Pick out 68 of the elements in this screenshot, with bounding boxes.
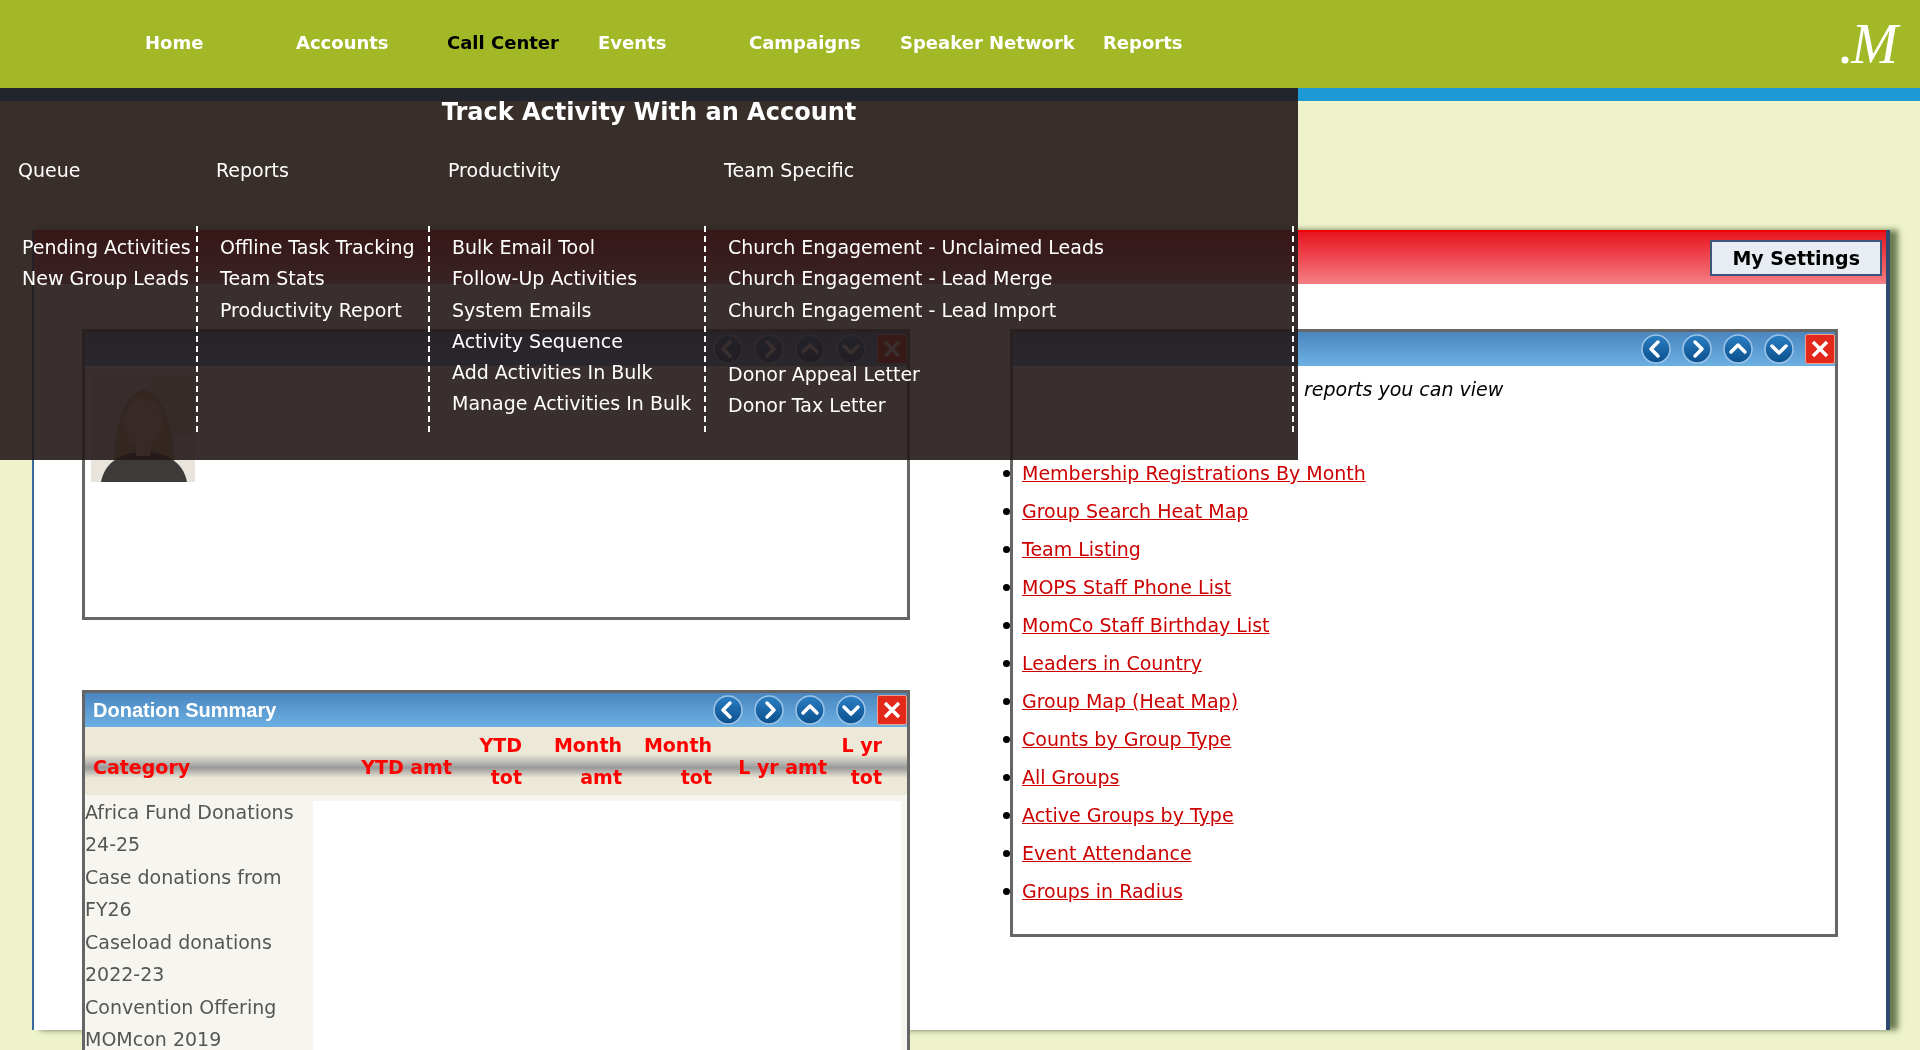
column-header[interactable]: Month amt	[525, 727, 625, 795]
report-link[interactable]: Group Map (Heat Map)	[1022, 690, 1239, 712]
bullet	[1003, 773, 1010, 781]
bullet	[1003, 735, 1010, 743]
menu-item[interactable]: Donor Tax Letter	[728, 390, 886, 422]
menu-item[interactable]: New Group Leads	[22, 263, 189, 295]
bullet	[1003, 545, 1010, 553]
column-header[interactable]: YTD tot	[455, 727, 525, 795]
menu-heading: Queue	[18, 159, 81, 181]
report-link[interactable]: Groups in Radius	[1022, 880, 1183, 902]
report-link[interactable]: MOPS Staff Phone List	[1022, 576, 1232, 598]
menu-heading: Team Specific	[724, 159, 855, 181]
bullet	[1003, 621, 1010, 629]
bullet	[1003, 583, 1010, 591]
report-link[interactable]: Counts by Group Type	[1022, 728, 1232, 750]
menu-item[interactable]: Offline Task Tracking	[220, 232, 415, 264]
menu-item[interactable]: Church Engagement - Unclaimed Leads	[728, 232, 1104, 264]
next-icon[interactable]	[754, 695, 784, 725]
chevron-up-icon[interactable]	[1723, 334, 1753, 364]
chevron-down-icon[interactable]	[1764, 334, 1794, 364]
menu-item[interactable]: Manage Activities In Bulk	[452, 388, 692, 420]
settings-button[interactable]: My Settings	[1710, 240, 1882, 276]
menu-item[interactable]: Team Stats	[220, 263, 325, 295]
bullet	[1003, 697, 1010, 705]
previous-icon[interactable]	[713, 695, 743, 725]
report-link[interactable]: Active Groups by Type	[1022, 804, 1234, 826]
previous-icon[interactable]	[1641, 334, 1671, 364]
reports-note: reports you can view	[1304, 378, 1504, 400]
chevron-down-icon[interactable]	[836, 695, 866, 725]
menu-title: Track Activity With an Account	[440, 97, 858, 128]
bullet	[1003, 849, 1010, 857]
report-link[interactable]: MomCo Staff Birthday List	[1022, 614, 1270, 636]
menu-item[interactable]: Activity Sequence	[452, 325, 623, 358]
report-link[interactable]: Group Search Heat Map	[1022, 500, 1249, 522]
menu-item[interactable]: Bulk Email Tool	[452, 232, 596, 264]
next-icon[interactable]	[1682, 334, 1712, 364]
chevron-up-icon[interactable]	[795, 695, 825, 725]
bullet	[1003, 507, 1010, 515]
bullet	[1003, 887, 1010, 895]
report-link[interactable]: Team Listing	[1022, 538, 1141, 560]
report-link[interactable]: All Groups	[1022, 766, 1120, 788]
close-icon[interactable]	[877, 695, 907, 725]
menu-item[interactable]: Productivity Report	[220, 294, 402, 326]
menu-item[interactable]: Church Engagement - Lead Merge	[728, 263, 1053, 295]
logo-dot-icon	[1841, 56, 1850, 64]
bullet	[1003, 811, 1010, 819]
menu-item[interactable]: Donor Appeal Letter	[728, 358, 920, 391]
menu-item[interactable]: System Emails	[452, 294, 592, 326]
nav-tab[interactable]: Call Center	[447, 31, 598, 53]
table-cell-text: Caseload donations 2022-23	[85, 930, 273, 987]
column-header[interactable]: L yr tot	[830, 727, 885, 795]
report-link[interactable]: Event Attendance	[1022, 842, 1192, 864]
column-header[interactable]: Month tot	[625, 727, 715, 795]
bullet	[1003, 659, 1010, 667]
menu-item[interactable]: Pending Activities	[22, 232, 191, 264]
table-cell-text: Africa Fund Donations 24-25	[85, 800, 295, 857]
menu-item[interactable]: Follow-Up Activities	[452, 263, 638, 295]
menu-heading: Productivity	[448, 159, 561, 181]
table-cell-text: Convention Offering MOMcon 2019	[85, 995, 278, 1050]
report-link[interactable]: Membership Registrations By Month	[1022, 462, 1366, 484]
table-cell-text: Case donations from FY26	[85, 865, 283, 922]
menu-item[interactable]: Church Engagement - Lead Import	[728, 294, 1057, 326]
bullet	[1003, 469, 1010, 477]
menu-heading: Reports	[216, 159, 289, 181]
close-icon[interactable]	[1805, 334, 1835, 364]
report-link[interactable]: Leaders in Country	[1022, 652, 1202, 674]
widget-title: Donation Summary	[93, 698, 277, 722]
menu-item[interactable]: Add Activities In Bulk	[452, 357, 653, 389]
